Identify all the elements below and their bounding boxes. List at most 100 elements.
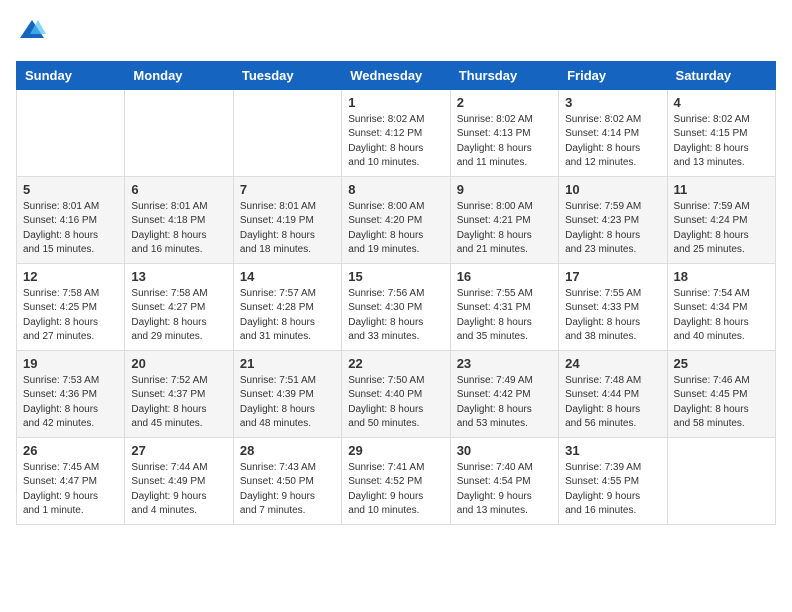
- day-info: Sunrise: 7:44 AM Sunset: 4:49 PM Dayligh…: [131, 461, 226, 519]
- day-info: Sunrise: 8:00 AM Sunset: 4:21 PM Dayligh…: [457, 200, 552, 258]
- calendar-cell: 20 Sunrise: 7:52 AM Sunset: 4:37 PM Dayli…: [125, 350, 233, 437]
- day-info: Sunrise: 7:51 AM Sunset: 4:39 PM Dayligh…: [240, 374, 335, 432]
- day-number: 13: [131, 269, 226, 284]
- calendar-cell: 18 Sunrise: 7:54 AM Sunset: 4:34 PM Dayli…: [667, 263, 775, 350]
- day-number: 28: [240, 443, 335, 458]
- day-number: 17: [565, 269, 660, 284]
- week-row-4: 19 Sunrise: 7:53 AM Sunset: 4:36 PM Dayli…: [17, 350, 776, 437]
- calendar-cell: 25Sunrise: 7:46 AM Sunset: 4:45 PM Dayli…: [667, 350, 775, 437]
- calendar-cell: 8 Sunrise: 8:00 AM Sunset: 4:20 PM Daylig…: [342, 176, 450, 263]
- day-number: 1: [348, 95, 443, 110]
- week-row-1: 1Sunrise: 8:02 AM Sunset: 4:12 PM Daylig…: [17, 89, 776, 176]
- calendar-cell: 19 Sunrise: 7:53 AM Sunset: 4:36 PM Dayli…: [17, 350, 125, 437]
- day-number: 15: [348, 269, 443, 284]
- day-info: Sunrise: 7:59 AM Sunset: 4:24 PM Dayligh…: [674, 200, 769, 258]
- week-row-5: 26 Sunrise: 7:45 AM Sunset: 4:47 PM Dayli…: [17, 437, 776, 524]
- day-number: 25: [674, 356, 769, 371]
- day-number: 27: [131, 443, 226, 458]
- day-info: Sunrise: 7:54 AM Sunset: 4:34 PM Dayligh…: [674, 287, 769, 345]
- calendar-cell: 13 Sunrise: 7:58 AM Sunset: 4:27 PM Dayli…: [125, 263, 233, 350]
- calendar-cell: 2 Sunrise: 8:02 AM Sunset: 4:13 PM Daylig…: [450, 89, 558, 176]
- weekday-header-wednesday: Wednesday: [342, 61, 450, 89]
- weekday-header-monday: Monday: [125, 61, 233, 89]
- calendar-cell: 4 Sunrise: 8:02 AM Sunset: 4:15 PM Daylig…: [667, 89, 775, 176]
- calendar-cell: [125, 89, 233, 176]
- day-info: Sunrise: 7:55 AM Sunset: 4:33 PM Dayligh…: [565, 287, 660, 345]
- day-info: Sunrise: 7:41 AM Sunset: 4:52 PM Dayligh…: [348, 461, 443, 519]
- day-number: 20: [131, 356, 226, 371]
- calendar-cell: [233, 89, 341, 176]
- day-number: 2: [457, 95, 552, 110]
- day-number: 7: [240, 182, 335, 197]
- logo: [16, 16, 46, 49]
- day-number: 21: [240, 356, 335, 371]
- day-info: Sunrise: 8:02 AM Sunset: 4:15 PM Dayligh…: [674, 113, 769, 171]
- day-info: Sunrise: 7:45 AM Sunset: 4:47 PM Dayligh…: [23, 461, 118, 519]
- calendar-cell: 9 Sunrise: 8:00 AM Sunset: 4:21 PM Daylig…: [450, 176, 558, 263]
- week-row-3: 12 Sunrise: 7:58 AM Sunset: 4:25 PM Dayli…: [17, 263, 776, 350]
- day-info: Sunrise: 7:52 AM Sunset: 4:37 PM Dayligh…: [131, 374, 226, 432]
- calendar-cell: 11 Sunrise: 7:59 AM Sunset: 4:24 PM Dayli…: [667, 176, 775, 263]
- day-number: 6: [131, 182, 226, 197]
- calendar-cell: 30 Sunrise: 7:40 AM Sunset: 4:54 PM Dayli…: [450, 437, 558, 524]
- calendar-cell: [667, 437, 775, 524]
- calendar-cell: 1Sunrise: 8:02 AM Sunset: 4:12 PM Daylig…: [342, 89, 450, 176]
- day-info: Sunrise: 8:02 AM Sunset: 4:13 PM Dayligh…: [457, 113, 552, 171]
- calendar-cell: 14Sunrise: 7:57 AM Sunset: 4:28 PM Dayli…: [233, 263, 341, 350]
- day-number: 31: [565, 443, 660, 458]
- weekday-header-sunday: Sunday: [17, 61, 125, 89]
- day-number: 10: [565, 182, 660, 197]
- day-number: 3: [565, 95, 660, 110]
- calendar-cell: 23Sunrise: 7:49 AM Sunset: 4:42 PM Dayli…: [450, 350, 558, 437]
- calendar-cell: 29 Sunrise: 7:41 AM Sunset: 4:52 PM Dayli…: [342, 437, 450, 524]
- day-number: 19: [23, 356, 118, 371]
- calendar-cell: 21 Sunrise: 7:51 AM Sunset: 4:39 PM Dayli…: [233, 350, 341, 437]
- calendar-cell: 10 Sunrise: 7:59 AM Sunset: 4:23 PM Dayli…: [559, 176, 667, 263]
- calendar-cell: 5Sunrise: 8:01 AM Sunset: 4:16 PM Daylig…: [17, 176, 125, 263]
- calendar-cell: 17 Sunrise: 7:55 AM Sunset: 4:33 PM Dayli…: [559, 263, 667, 350]
- day-info: Sunrise: 7:58 AM Sunset: 4:25 PM Dayligh…: [23, 287, 118, 345]
- weekday-header-row: SundayMondayTuesdayWednesdayThursdayFrid…: [17, 61, 776, 89]
- day-info: Sunrise: 7:59 AM Sunset: 4:23 PM Dayligh…: [565, 200, 660, 258]
- day-number: 18: [674, 269, 769, 284]
- day-number: 23: [457, 356, 552, 371]
- calendar-cell: 22Sunrise: 7:50 AM Sunset: 4:40 PM Dayli…: [342, 350, 450, 437]
- calendar-cell: 27 Sunrise: 7:44 AM Sunset: 4:49 PM Dayli…: [125, 437, 233, 524]
- day-number: 16: [457, 269, 552, 284]
- day-number: 24: [565, 356, 660, 371]
- day-number: 26: [23, 443, 118, 458]
- day-info: Sunrise: 8:00 AM Sunset: 4:20 PM Dayligh…: [348, 200, 443, 258]
- calendar-cell: 7 Sunrise: 8:01 AM Sunset: 4:19 PM Daylig…: [233, 176, 341, 263]
- weekday-header-tuesday: Tuesday: [233, 61, 341, 89]
- calendar-cell: 12 Sunrise: 7:58 AM Sunset: 4:25 PM Dayli…: [17, 263, 125, 350]
- calendar-cell: 26 Sunrise: 7:45 AM Sunset: 4:47 PM Dayli…: [17, 437, 125, 524]
- page-header: [16, 16, 776, 49]
- calendar-cell: 6 Sunrise: 8:01 AM Sunset: 4:18 PM Daylig…: [125, 176, 233, 263]
- week-row-2: 5Sunrise: 8:01 AM Sunset: 4:16 PM Daylig…: [17, 176, 776, 263]
- calendar-cell: 16 Sunrise: 7:55 AM Sunset: 4:31 PM Dayli…: [450, 263, 558, 350]
- day-info: Sunrise: 7:40 AM Sunset: 4:54 PM Dayligh…: [457, 461, 552, 519]
- day-info: Sunrise: 7:57 AM Sunset: 4:28 PM Dayligh…: [240, 287, 335, 345]
- day-info: Sunrise: 8:01 AM Sunset: 4:19 PM Dayligh…: [240, 200, 335, 258]
- calendar-cell: 28Sunrise: 7:43 AM Sunset: 4:50 PM Dayli…: [233, 437, 341, 524]
- day-number: 4: [674, 95, 769, 110]
- day-number: 12: [23, 269, 118, 284]
- day-info: Sunrise: 7:53 AM Sunset: 4:36 PM Dayligh…: [23, 374, 118, 432]
- calendar-cell: 3 Sunrise: 8:02 AM Sunset: 4:14 PM Daylig…: [559, 89, 667, 176]
- day-info: Sunrise: 7:58 AM Sunset: 4:27 PM Dayligh…: [131, 287, 226, 345]
- calendar-cell: [17, 89, 125, 176]
- day-info: Sunrise: 8:01 AM Sunset: 4:16 PM Dayligh…: [23, 200, 118, 258]
- day-number: 22: [348, 356, 443, 371]
- day-number: 8: [348, 182, 443, 197]
- weekday-header-friday: Friday: [559, 61, 667, 89]
- day-info: Sunrise: 7:56 AM Sunset: 4:30 PM Dayligh…: [348, 287, 443, 345]
- day-number: 30: [457, 443, 552, 458]
- day-number: 11: [674, 182, 769, 197]
- day-info: Sunrise: 7:55 AM Sunset: 4:31 PM Dayligh…: [457, 287, 552, 345]
- day-number: 29: [348, 443, 443, 458]
- calendar-cell: 15 Sunrise: 7:56 AM Sunset: 4:30 PM Dayli…: [342, 263, 450, 350]
- day-info: Sunrise: 8:01 AM Sunset: 4:18 PM Dayligh…: [131, 200, 226, 258]
- day-info: Sunrise: 8:02 AM Sunset: 4:14 PM Dayligh…: [565, 113, 660, 171]
- calendar-table: SundayMondayTuesdayWednesdayThursdayFrid…: [16, 61, 776, 525]
- day-number: 9: [457, 182, 552, 197]
